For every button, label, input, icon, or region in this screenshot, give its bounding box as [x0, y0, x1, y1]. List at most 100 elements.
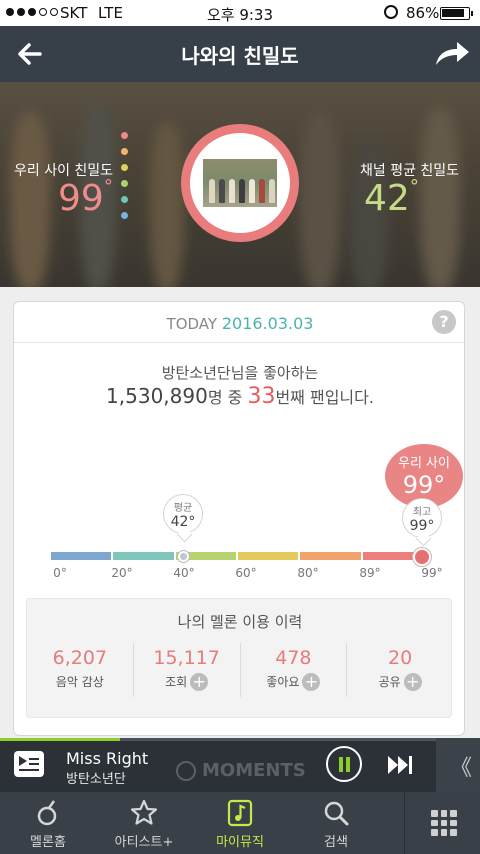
- expand-player-button[interactable]: 《: [436, 738, 480, 792]
- usage-history-panel: 나의 멜론 이용 이력 6,207 음악 감상 15,117 조회 + 478 좋…: [26, 598, 452, 718]
- scale-segment: [237, 552, 299, 560]
- fan-message-line1: 방탄소년단님을 좋아하는: [161, 364, 319, 382]
- skip-next-icon: [388, 756, 412, 774]
- intimacy-dot-indicator: [121, 132, 128, 219]
- artist-photo: [203, 159, 277, 207]
- now-playing-artist[interactable]: 방탄소년단: [66, 768, 126, 787]
- usage-history-title: 나의 멜론 이용 이력: [177, 613, 303, 631]
- grid-menu-button[interactable]: [404, 792, 480, 854]
- battery-percent: 86%: [406, 4, 440, 22]
- nav-label: 멜론홈: [30, 835, 66, 850]
- scale-tick-label: 20°: [111, 566, 133, 580]
- average-marker: 평균 42°: [163, 494, 203, 534]
- scale-tick-label: 80°: [297, 566, 319, 580]
- plus-icon[interactable]: +: [302, 672, 321, 691]
- music-note-icon: [227, 799, 253, 827]
- intimacy-screen: SKT LTE 오후 9:33 86% 나와의 친밀도 우리 사이 친밀도 99…: [0, 0, 480, 854]
- stat-listen: 6,207 음악 감상: [27, 643, 133, 697]
- my-intimacy-label: 우리 사이 친밀도: [14, 163, 114, 179]
- channel-intimacy-value: 42°: [364, 176, 419, 219]
- fan-message-mid: 명 중: [207, 388, 243, 407]
- fan-rank: 33: [247, 384, 276, 409]
- nav-label: 검색: [324, 835, 348, 850]
- stat-shares: 20 공유 +: [346, 643, 453, 697]
- my-intimacy-value: 99°: [58, 176, 113, 219]
- stat-label: 좋아요: [266, 675, 300, 689]
- nav-label: 아티스트+: [114, 835, 174, 850]
- scale-segment: [300, 552, 361, 560]
- indicator-dot: [121, 180, 128, 187]
- stat-views: 15,117 조회 +: [132, 643, 240, 697]
- scale-tick-label: 99°: [421, 566, 443, 580]
- next-track-button[interactable]: [386, 752, 416, 778]
- indicator-dot: [121, 196, 128, 203]
- stat-value: 6,207: [52, 647, 108, 669]
- intimacy-scale-bar: [51, 552, 423, 560]
- rotation-lock-icon: [384, 5, 398, 19]
- scale-tick-label: 0°: [53, 566, 67, 580]
- my-bubble-label: 우리 사이: [398, 456, 450, 471]
- top-app-bar: 나와의 친밀도: [0, 26, 480, 82]
- max-marker: 최고 99°: [402, 498, 442, 538]
- nav-item-melon-home[interactable]: 멜론홈: [0, 792, 96, 854]
- max-label: 최고: [412, 507, 432, 518]
- plus-icon[interactable]: +: [190, 672, 209, 691]
- share-button[interactable]: [430, 34, 474, 74]
- intimacy-hero: 우리 사이 친밀도 99° 채널 평균 친밀도 42°: [0, 82, 480, 287]
- moments-icon: [176, 761, 196, 781]
- indicator-dot: [121, 148, 128, 155]
- playback-progress[interactable]: [0, 738, 480, 741]
- stat-label: 음악 감상: [55, 675, 104, 689]
- my-bubble-value: 99°: [402, 471, 446, 499]
- today-label: TODAY: [166, 315, 218, 333]
- now-playing-title[interactable]: Miss Right: [66, 749, 148, 768]
- mini-player[interactable]: Miss Right 방탄소년단 MOMENTS 《: [0, 738, 480, 792]
- fan-message-end: 번째 팬입니다.: [275, 388, 374, 407]
- bottom-navigation: 멜론홈 아티스트+ 마이뮤직 검색: [0, 792, 480, 854]
- share-arrow-icon: [436, 42, 469, 65]
- ranking-card: TODAY 2016.03.03 ? 방탄소년단님을 좋아하는 1,530,89…: [13, 301, 465, 736]
- double-chevron-left-icon: 《: [450, 756, 473, 781]
- artist-photo-ring[interactable]: [181, 124, 299, 242]
- scale-segment: [113, 552, 174, 560]
- divider: [14, 342, 464, 343]
- usage-stats: 6,207 음악 감상 15,117 조회 + 478 좋아요 + 20 공유 +: [27, 643, 453, 697]
- today-date: 2016.03.03: [221, 314, 314, 333]
- stat-value: 478: [275, 647, 312, 669]
- nav-item-my-music[interactable]: 마이뮤직: [192, 792, 288, 854]
- stat-value: 20: [388, 647, 413, 669]
- scale-tick-label: 89°: [359, 566, 381, 580]
- stat-likes: 478 좋아요 +: [239, 643, 347, 697]
- scale-tick-label: 60°: [235, 566, 257, 580]
- indicator-dot: [121, 212, 128, 219]
- scale-ticks: 0° 20° 40° 60° 80° 89° 99°: [34, 566, 454, 582]
- max-value: 99°: [409, 518, 435, 534]
- grid-menu-icon: [431, 810, 457, 836]
- status-bar: SKT LTE 오후 9:33 86%: [0, 0, 480, 26]
- stat-label: 조회: [165, 675, 188, 689]
- my-intimacy-knob: [413, 548, 431, 566]
- help-icon[interactable]: ?: [432, 310, 456, 334]
- search-icon: [324, 801, 349, 826]
- pause-button[interactable]: [326, 746, 362, 782]
- page-title: 나와의 친밀도: [181, 44, 299, 68]
- playlist-icon[interactable]: [14, 750, 44, 778]
- nav-item-search[interactable]: 검색: [288, 792, 384, 854]
- nav-label: 마이뮤직: [216, 835, 264, 850]
- fan-count: 1,530,890: [106, 384, 208, 408]
- moments-label: MOMENTS: [176, 760, 306, 781]
- fan-message-line2: 1,530,890명 중 33번째 팬입니다.: [14, 384, 466, 409]
- star-icon: [130, 799, 158, 825]
- average-label: 평균: [173, 503, 193, 514]
- melon-icon: [37, 800, 57, 826]
- scale-tick-label: 40°: [173, 566, 195, 580]
- plus-icon[interactable]: +: [403, 672, 422, 691]
- average-knob: [178, 551, 189, 562]
- scale-segment: [51, 552, 112, 560]
- indicator-dot: [121, 164, 128, 171]
- nav-item-artist-plus[interactable]: 아티스트+: [96, 792, 192, 854]
- indicator-dot: [121, 132, 128, 139]
- stat-label: 공유: [378, 675, 401, 689]
- average-value: 42°: [170, 514, 196, 530]
- today-line: TODAY 2016.03.03: [14, 314, 466, 333]
